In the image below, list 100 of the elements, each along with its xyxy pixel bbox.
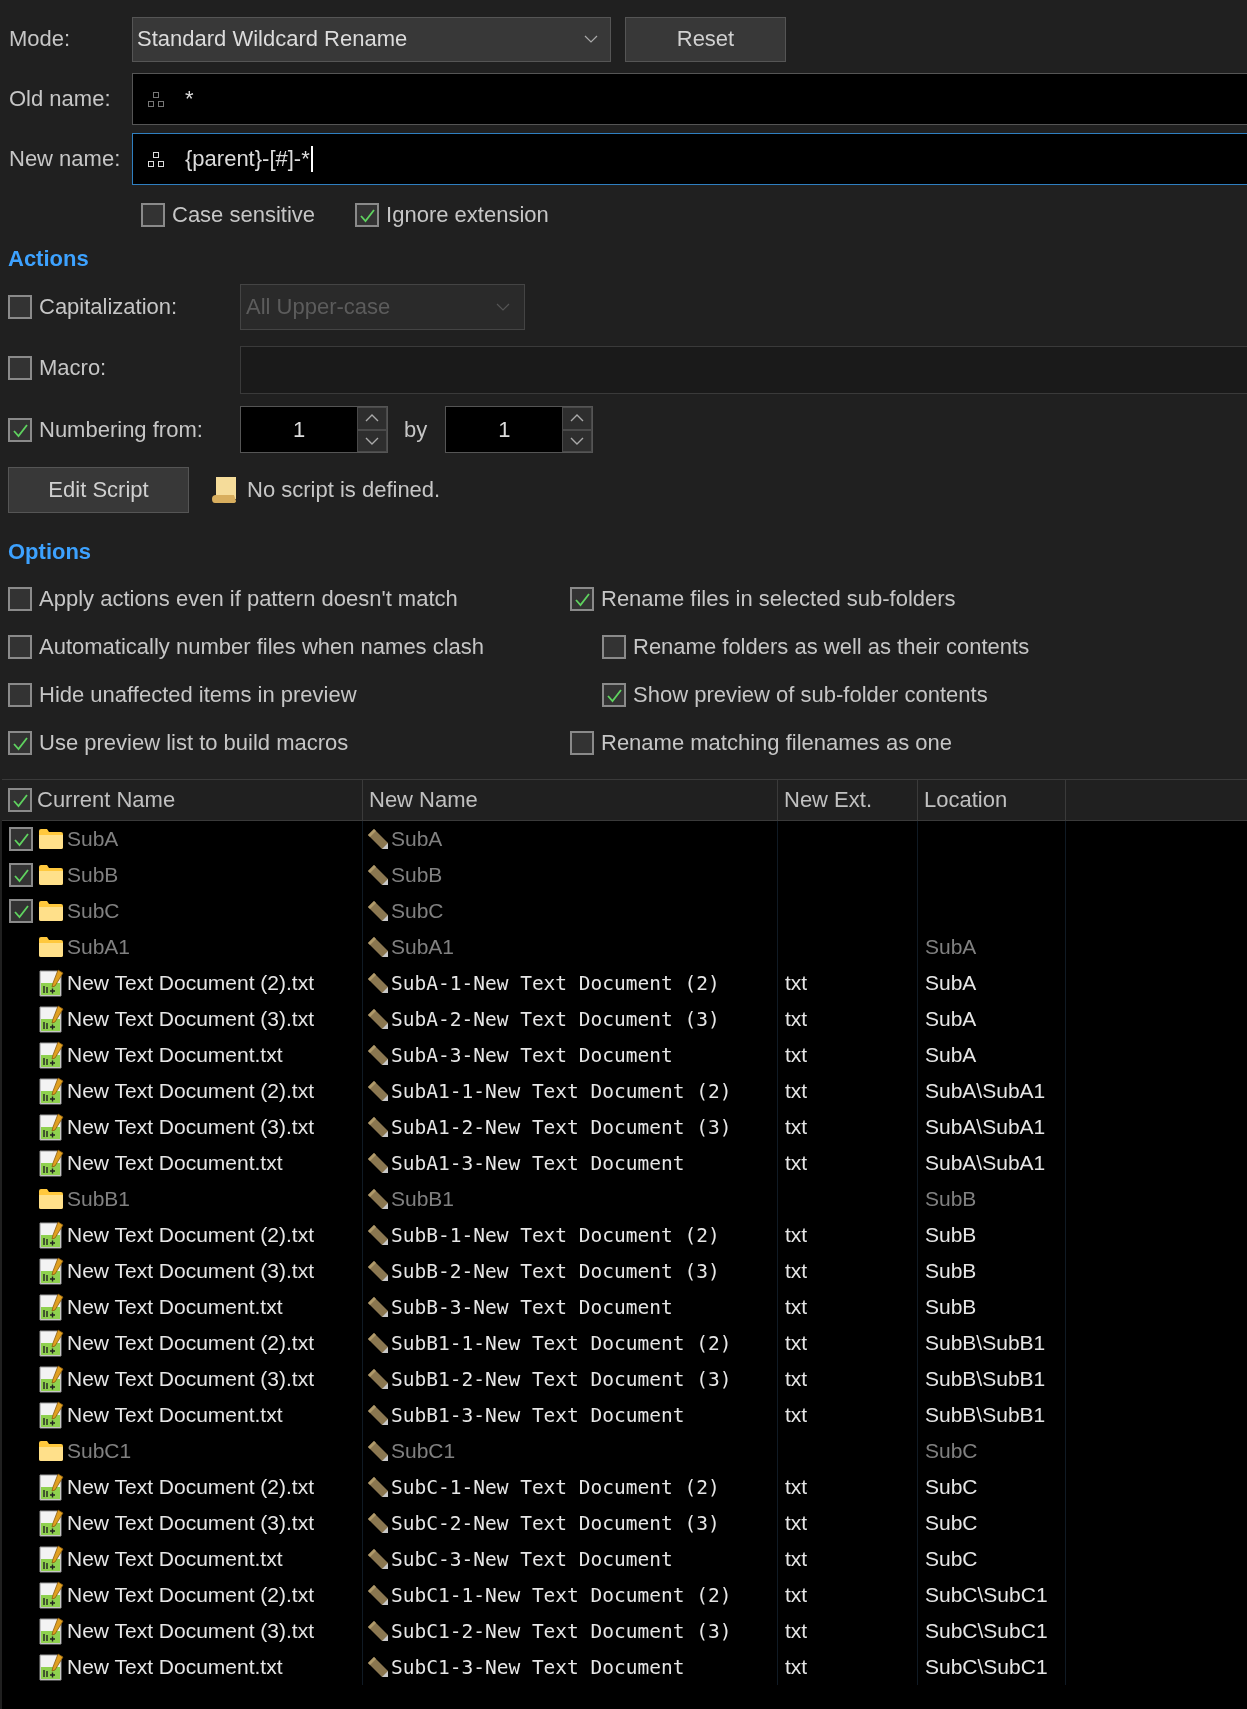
new-file-name: SubA-3-New Text Document — [391, 1043, 673, 1067]
file-name[interactable]: SubC — [67, 899, 120, 923]
spin-up-button[interactable] — [357, 407, 387, 430]
pencil-icon — [366, 1007, 390, 1031]
number-spinner[interactable]: 1 — [445, 406, 594, 453]
field-label: Mode: — [8, 26, 72, 52]
pencil-icon — [366, 1187, 390, 1211]
text-file-icon — [38, 1220, 64, 1250]
new-file-name: SubA1-3-New Text Document — [391, 1151, 685, 1175]
file-location: SubA — [925, 935, 977, 959]
text-file-icon — [38, 1472, 64, 1502]
checkbox[interactable] — [8, 731, 32, 755]
number-spinner[interactable]: 1 — [240, 406, 388, 453]
column-header[interactable]: Current Name — [37, 787, 176, 813]
column-header[interactable]: New Ext. — [784, 787, 873, 813]
new-file-name: SubA1-2-New Text Document (3) — [391, 1115, 732, 1139]
macro-field[interactable] — [240, 346, 1247, 394]
old-name-field[interactable]: * — [132, 73, 1247, 125]
checkbox-label: Apply actions even if pattern doesn't match — [39, 586, 458, 612]
mode-dropdown[interactable]: Standard Wildcard Rename — [132, 16, 611, 62]
file-name[interactable]: New Text Document (2).txt — [67, 1475, 315, 1499]
new-file-name: SubC1-2-New Text Document (3) — [391, 1619, 732, 1643]
file-name[interactable]: New Text Document (3).txt — [67, 1511, 315, 1535]
checkbox-label: Rename matching filenames as one — [601, 730, 952, 756]
file-name[interactable]: New Text Document (3).txt — [67, 1367, 315, 1391]
checkbox[interactable] — [8, 788, 32, 812]
file-name[interactable]: New Text Document (2).txt — [67, 1331, 315, 1355]
file-location: SubB — [925, 1259, 977, 1283]
file-name[interactable]: New Text Document (3).txt — [67, 1259, 315, 1283]
file-name[interactable]: New Text Document (2).txt — [67, 1079, 315, 1103]
checkbox-label: Capitalization: — [39, 294, 178, 320]
checkbox[interactable] — [141, 203, 165, 227]
checkbox[interactable] — [9, 899, 33, 923]
pencil-icon — [366, 1295, 390, 1319]
checkbox-label: Hide unaffected items in preview — [39, 682, 357, 708]
checkbox[interactable] — [8, 587, 32, 611]
text-file-icon — [38, 968, 64, 998]
checkbox[interactable] — [9, 827, 33, 851]
column-header[interactable]: New Name — [369, 787, 478, 813]
file-extension: txt — [785, 1223, 808, 1247]
file-name[interactable]: New Text Document (3).txt — [67, 1619, 315, 1643]
file-location: SubB — [925, 1223, 977, 1247]
spin-down-button[interactable] — [357, 429, 387, 452]
file-name[interactable]: New Text Document.txt — [67, 1403, 283, 1427]
new-file-name: SubC1-3-New Text Document — [391, 1655, 685, 1679]
file-name[interactable]: New Text Document (3).txt — [67, 1007, 315, 1031]
checkbox[interactable] — [8, 635, 32, 659]
file-name[interactable]: New Text Document.txt — [67, 1151, 283, 1175]
checkbox[interactable] — [9, 863, 33, 887]
file-name[interactable]: New Text Document.txt — [67, 1655, 283, 1679]
file-extension: txt — [785, 1619, 808, 1643]
new-name-field[interactable]: {parent}-[#]-* — [132, 133, 1247, 185]
file-extension: txt — [785, 1115, 808, 1139]
file-name[interactable]: New Text Document (3).txt — [67, 1115, 315, 1139]
checkbox[interactable] — [602, 683, 626, 707]
new-file-name: SubA1 — [391, 935, 455, 959]
text-file-icon — [38, 1364, 64, 1394]
file-name[interactable]: SubB — [67, 863, 119, 887]
file-name[interactable]: SubA — [67, 827, 119, 851]
checkbox[interactable] — [355, 203, 380, 227]
checkbox[interactable] — [8, 356, 32, 380]
file-name[interactable]: New Text Document (2).txt — [67, 1223, 315, 1247]
wildcard-icon — [147, 90, 165, 108]
checkbox[interactable] — [570, 587, 594, 611]
file-location: SubA\SubA1 — [925, 1151, 1046, 1175]
pencil-icon — [366, 1583, 390, 1607]
checkbox[interactable] — [8, 417, 32, 442]
file-extension: txt — [785, 1043, 808, 1067]
reset-button[interactable]: Reset — [625, 16, 786, 62]
checkbox[interactable] — [570, 731, 594, 755]
pencil-icon — [366, 863, 390, 887]
checkbox-label: Rename folders as well as their contents — [633, 634, 1030, 660]
file-name[interactable]: New Text Document (2).txt — [67, 1583, 315, 1607]
file-name[interactable]: New Text Document (2).txt — [67, 971, 315, 995]
column-header[interactable]: Location — [924, 787, 1008, 813]
new-file-name: SubB1 — [391, 1187, 455, 1211]
file-location: SubB — [925, 1187, 977, 1211]
text-file-icon — [38, 1508, 64, 1538]
spin-up-button[interactable] — [562, 407, 593, 430]
pencil-icon — [366, 1079, 390, 1103]
file-name[interactable]: New Text Document.txt — [67, 1295, 283, 1319]
pencil-icon — [366, 1223, 390, 1247]
pencil-icon — [366, 1367, 390, 1391]
file-name[interactable]: New Text Document.txt — [67, 1043, 283, 1067]
edit-script-button[interactable]: Edit Script — [8, 467, 189, 513]
text-file-icon — [38, 1256, 64, 1286]
text-file-icon — [38, 1148, 64, 1178]
checkbox[interactable] — [8, 683, 32, 707]
pencil-icon — [366, 1475, 390, 1499]
pencil-icon — [366, 1655, 390, 1679]
file-name[interactable]: SubC1 — [67, 1439, 132, 1463]
checkbox[interactable] — [602, 635, 626, 659]
file-name[interactable]: New Text Document.txt — [67, 1547, 283, 1571]
spin-down-button[interactable] — [562, 429, 593, 452]
new-file-name: SubC1 — [391, 1439, 456, 1463]
file-name[interactable]: SubA1 — [67, 935, 131, 959]
file-name[interactable]: SubB1 — [67, 1187, 131, 1211]
file-extension: txt — [785, 1331, 808, 1355]
file-location: SubC — [925, 1547, 978, 1571]
file-extension: txt — [785, 971, 808, 995]
